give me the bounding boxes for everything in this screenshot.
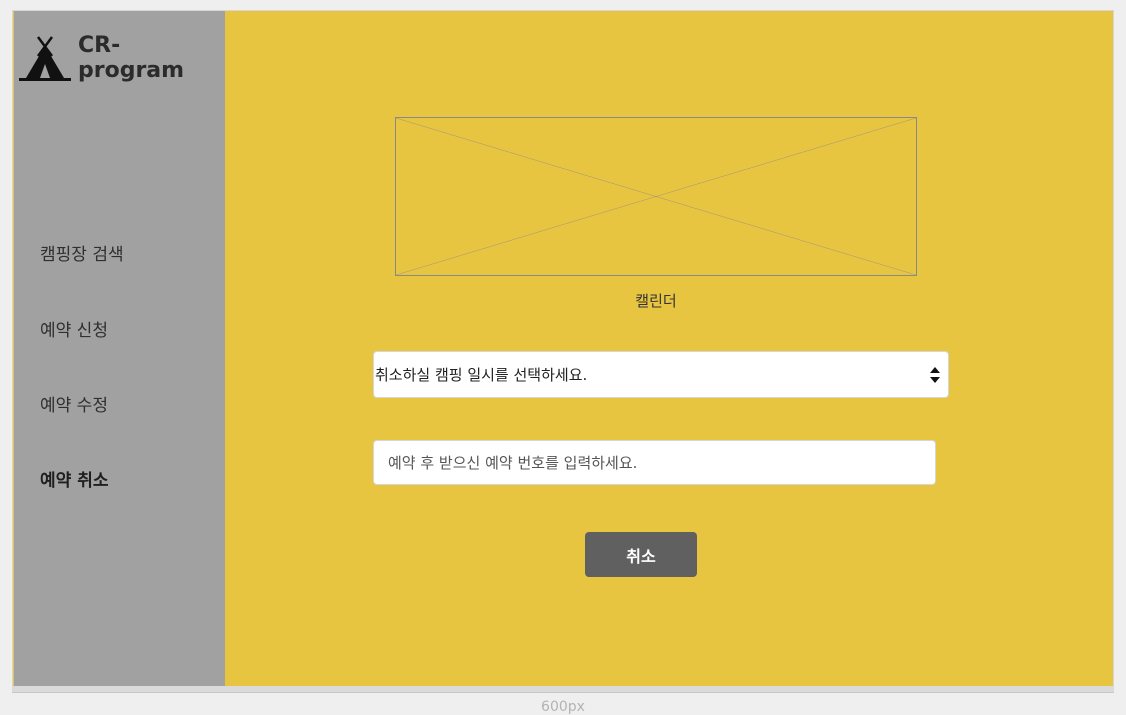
calendar-caption: 캘린더 (635, 292, 677, 310)
sidebar: CR-program 캠핑장 검색 예약 신청 예약 수정 예약 취소 (14, 11, 225, 686)
app-frame: CR-program 캠핑장 검색 예약 신청 예약 수정 예약 취소 캘린더 … (12, 10, 1114, 686)
sidebar-item-reservation-request[interactable]: 예약 신청 (40, 316, 108, 341)
sidebar-item-reservation-cancel[interactable]: 예약 취소 (40, 466, 108, 491)
logo[interactable]: CR-program (18, 33, 225, 83)
camping-date-select[interactable]: 취소하실 캠핑 일시를 선택하세요. (373, 351, 949, 398)
logo-text: CR-program (78, 33, 185, 83)
camping-date-select-value: 취소하실 캠핑 일시를 선택하세요. (375, 366, 588, 384)
calendar-placeholder (395, 117, 917, 276)
reservation-number-input[interactable] (373, 440, 936, 485)
cancel-button[interactable]: 취소 (585, 532, 697, 577)
tent-icon (18, 34, 72, 82)
sidebar-item-reservation-edit[interactable]: 예약 수정 (40, 391, 108, 416)
select-arrows-icon (930, 365, 940, 385)
sidebar-item-campsite-search[interactable]: 캠핑장 검색 (40, 240, 124, 265)
bottom-bar (12, 686, 1114, 693)
